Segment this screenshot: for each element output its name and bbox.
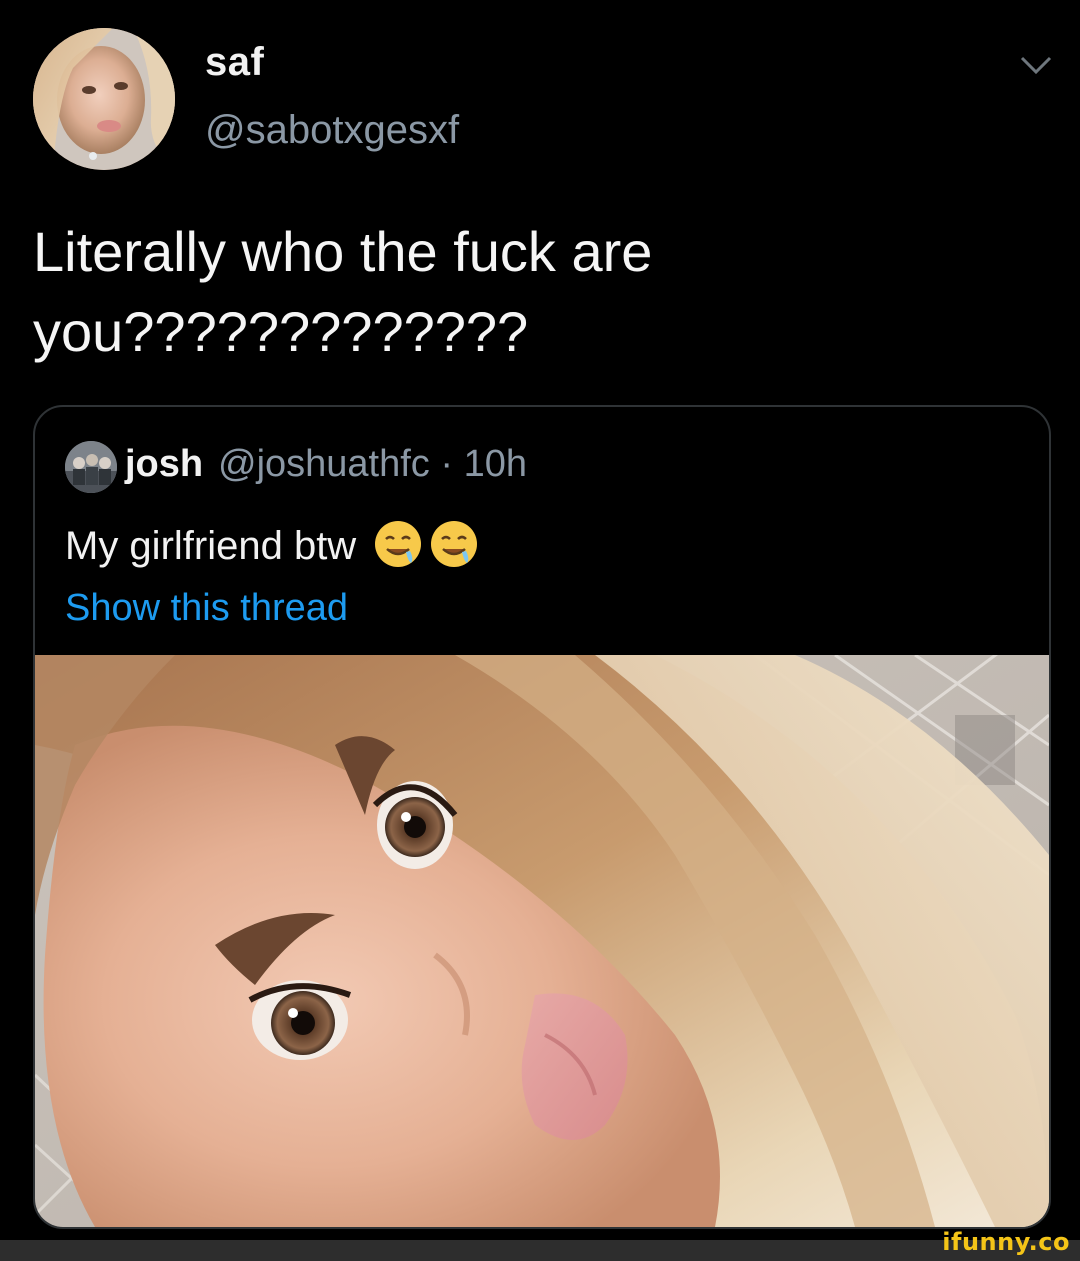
quoted-tweet-text: My girlfriend btw [65, 519, 479, 569]
chevron-down-icon[interactable] [1016, 52, 1056, 78]
quoted-avatar-photo [65, 441, 117, 493]
quoted-author-name[interactable]: josh [125, 443, 203, 486]
tweet-card: saf @sabotxgesxf Literally who the fuck … [0, 0, 1080, 1240]
show-thread-link[interactable]: Show this thread [65, 587, 348, 630]
tweet-text-line-1: Literally who the fuck are [33, 220, 653, 283]
author-avatar[interactable] [33, 28, 175, 170]
quoted-author-avatar[interactable] [65, 441, 117, 493]
footer-bar [0, 1240, 1080, 1261]
author-handle[interactable]: @sabotxgesxf [205, 108, 459, 153]
selfie-photo [35, 655, 1049, 1227]
watermark-logo: ifunny.co [942, 1228, 1070, 1256]
author-name[interactable]: saf [205, 40, 264, 85]
quoted-tweet-text-content: My girlfriend btw [65, 524, 357, 568]
avatar-photo [33, 28, 175, 170]
quoted-tweet[interactable]: josh @joshuathfc · 10h My girlfriend btw… [33, 405, 1051, 1229]
tweet-text: Literally who the fuck are you??????????… [33, 212, 1033, 372]
tweet-text-line-2: you????????????? [33, 300, 529, 363]
drooling-face-icon [375, 521, 422, 567]
drooling-face-icon [431, 521, 478, 567]
quoted-tweet-photo[interactable] [35, 655, 1049, 1227]
quoted-author-handle[interactable]: @joshuathfc · 10h [218, 443, 527, 486]
